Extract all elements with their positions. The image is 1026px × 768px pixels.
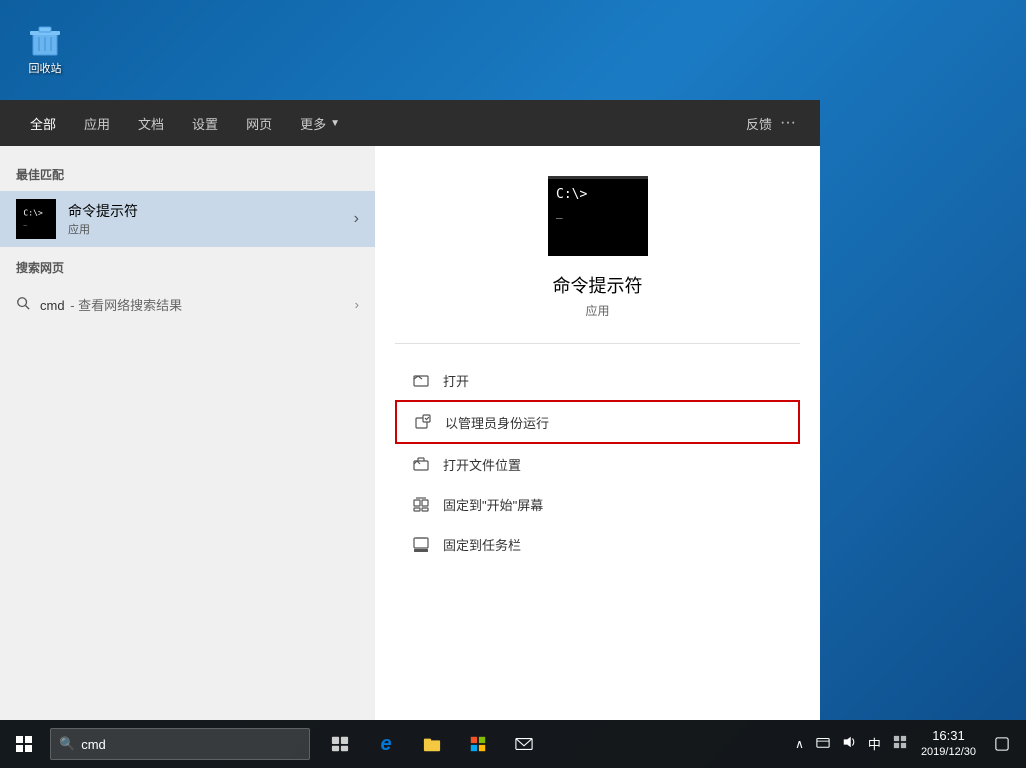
best-match-name: 命令提示符: [68, 201, 354, 221]
action-pin-taskbar[interactable]: 固定到任务栏: [395, 524, 800, 564]
search-content: 最佳匹配 C:\> _ 命令提示符 应用 ›: [0, 146, 820, 720]
action-open-location[interactable]: 打开文件位置: [395, 444, 800, 484]
app-preview-type: 应用: [585, 302, 609, 319]
web-search-title: 搜索网页: [0, 247, 375, 284]
start-button[interactable]: [0, 720, 48, 768]
action-open[interactable]: 打开: [395, 360, 800, 400]
taskbar-center-icons: e: [318, 722, 546, 766]
action-run-as-admin[interactable]: 以管理员身份运行: [395, 400, 800, 444]
taskbar-mail-button[interactable]: [502, 722, 546, 766]
web-search-icon: [16, 296, 30, 313]
tray-ime-icon[interactable]: 中: [864, 732, 885, 755]
windows-logo-icon: [16, 736, 32, 752]
tray-network-icon[interactable]: [812, 733, 834, 754]
app-preview-name: 命令提示符: [553, 272, 643, 298]
filter-tab-settings[interactable]: 设置: [178, 100, 232, 146]
open-icon: [411, 370, 431, 390]
web-search-text: cmd - 查看网络搜索结果: [40, 295, 182, 314]
location-icon: [411, 454, 431, 474]
web-search-item[interactable]: cmd - 查看网络搜索结果 ›: [0, 284, 375, 324]
recycle-bin-label: 回收站: [29, 63, 62, 76]
filter-tab-docs[interactable]: 文档: [124, 100, 178, 146]
svg-text:_: _: [23, 219, 27, 226]
more-options-button[interactable]: ···: [772, 114, 804, 132]
taskbar-explorer-button[interactable]: [410, 722, 454, 766]
tray-show-hidden-icons[interactable]: ∧: [791, 735, 808, 753]
taskbar-store-button[interactable]: [456, 722, 500, 766]
pin-start-icon: [411, 494, 431, 514]
filter-tab-more[interactable]: 更多 ▼: [286, 100, 354, 146]
preview-divider: [395, 343, 800, 344]
taskbar-search-icon: 🔍: [59, 736, 75, 752]
taskbar-search-bar[interactable]: 🔍 cmd: [50, 728, 310, 760]
feedback-button[interactable]: 反馈: [746, 114, 772, 133]
best-match-title: 最佳匹配: [0, 162, 375, 191]
tray-desktop-grid-icon[interactable]: [889, 733, 911, 754]
web-search-arrow-icon: ›: [355, 297, 359, 312]
tray-time: 16:31: [921, 727, 976, 745]
cmd-icon: C:\> _: [16, 199, 56, 239]
best-match-arrow-icon: ›: [354, 210, 359, 228]
action-list: 打开 以管理员身份运行: [395, 360, 800, 564]
desktop: 回收站 e Microsoft Edge 此电 脑 S 秒关闭: [0, 0, 1026, 768]
taskbar-edge-button[interactable]: e: [364, 722, 408, 766]
edge-tb-icon: e: [380, 733, 391, 756]
search-filter-bar: 全部 应用 文档 设置 网页 更多 ▼ 反馈 ···: [0, 100, 820, 146]
filter-tab-apps[interactable]: 应用: [70, 100, 124, 146]
filter-tab-web[interactable]: 网页: [232, 100, 286, 146]
best-match-item[interactable]: C:\> _ 命令提示符 应用 ›: [0, 191, 375, 247]
taskbar: 🔍 cmd e: [0, 720, 1026, 768]
start-menu: 全部 应用 文档 设置 网页 更多 ▼ 反馈 ··· 最佳匹配: [0, 100, 820, 720]
best-match-info: 命令提示符 应用: [68, 201, 354, 237]
svg-text:C:\>: C:\>: [556, 187, 587, 202]
tray-volume-icon[interactable]: [838, 733, 860, 754]
best-match-type: 应用: [68, 221, 354, 237]
app-preview-icon: C:\> _: [548, 176, 648, 256]
filter-tab-all[interactable]: 全部: [16, 100, 70, 146]
task-view-button[interactable]: [318, 722, 362, 766]
taskbar-search-text: cmd: [81, 737, 106, 752]
recycle-bin-icon: [25, 19, 65, 59]
tray-date: 2019/12/30: [921, 745, 976, 760]
system-tray: ∧ 中: [791, 725, 1026, 763]
search-left-panel: 最佳匹配 C:\> _ 命令提示符 应用 ›: [0, 146, 375, 720]
svg-text:C:\>: C:\>: [23, 207, 43, 217]
desktop-icon-recycle-bin[interactable]: 回收站: [10, 15, 80, 80]
tray-notification-icon[interactable]: [986, 728, 1018, 760]
tray-clock[interactable]: 16:31 2019/12/30: [915, 725, 982, 763]
svg-text:_: _: [556, 206, 563, 219]
action-pin-start[interactable]: 固定到"开始"屏幕: [395, 484, 800, 524]
admin-icon: [413, 412, 433, 432]
search-right-panel: C:\> _ 命令提示符 应用: [375, 146, 820, 720]
pin-taskbar-icon: [411, 534, 431, 554]
